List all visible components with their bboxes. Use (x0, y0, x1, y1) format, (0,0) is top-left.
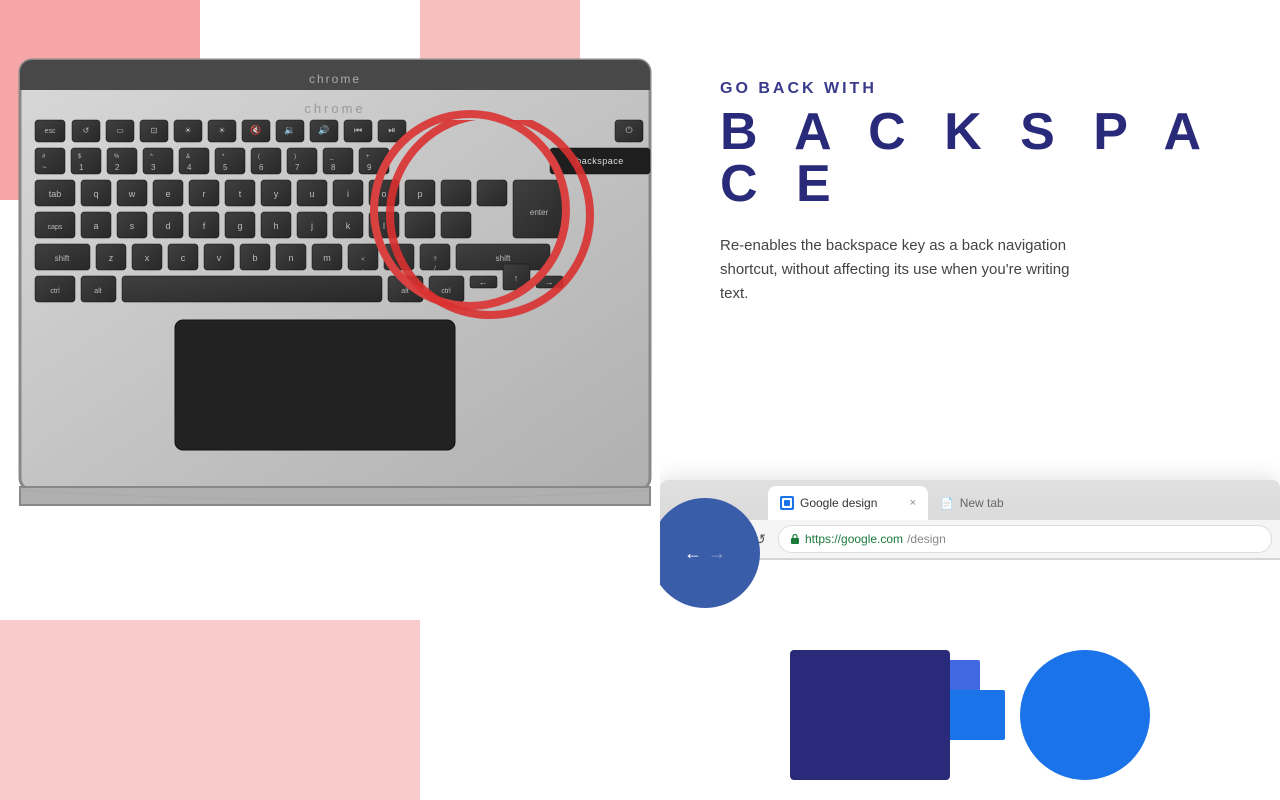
svg-text:2: 2 (115, 163, 120, 172)
url-green-part: https://google.com (805, 532, 903, 546)
svg-text:_: _ (329, 154, 334, 160)
address-bar[interactable]: https://google.com/design (778, 525, 1272, 553)
svg-text:→: → (545, 277, 554, 287)
svg-text:←: ← (479, 277, 488, 287)
browser-tabs: Google design × 📄 New tab (660, 480, 1280, 520)
new-tab[interactable]: 📄 New tab (928, 486, 1028, 520)
svg-text:esc: esc (45, 128, 56, 135)
svg-text:n: n (288, 253, 293, 263)
svg-text:s: s (130, 221, 135, 231)
svg-text:d: d (165, 221, 170, 231)
svg-text:): ) (294, 154, 296, 160)
svg-text:backspace: backspace (576, 156, 624, 166)
svg-text:r: r (203, 189, 206, 199)
svg-text:e: e (165, 189, 170, 199)
svg-text:↺: ↺ (83, 126, 90, 135)
svg-text:>: > (397, 257, 401, 263)
content-graphic-2 (1020, 650, 1150, 780)
svg-text:alt: alt (94, 288, 101, 295)
svg-text:~: ~ (42, 163, 47, 172)
svg-text:⏻: ⏻ (625, 125, 632, 135)
svg-text:z: z (109, 253, 114, 263)
svg-text:i: i (347, 189, 349, 199)
left-panel: chrome chrome esc ↺ ▭ ⊡ ☀ ☀ 🔇 🔉 🔊 ⏮ ⏯ ⏻ … (0, 0, 660, 800)
svg-text:ctrl: ctrl (50, 288, 60, 295)
svg-text:j: j (310, 221, 313, 231)
laptop-illustration: chrome chrome esc ↺ ▭ ⊡ ☀ ☀ 🔇 🔉 🔊 ⏮ ⏯ ⏻ … (0, 0, 660, 760)
svg-text:y: y (274, 189, 279, 199)
svg-text:p: p (417, 189, 422, 199)
url-gray-part: /design (907, 532, 946, 546)
svg-text:▭: ▭ (116, 126, 124, 135)
svg-text:3: 3 (151, 163, 156, 172)
svg-text:c: c (181, 253, 186, 263)
svg-text:%: % (114, 154, 120, 160)
svg-text:⏯: ⏯ (388, 125, 395, 135)
svg-text:🔉: 🔉 (284, 125, 295, 136)
svg-text:b: b (252, 253, 257, 263)
browser-content (660, 560, 1280, 800)
svg-text:4: 4 (187, 163, 192, 172)
svg-text:alt: alt (401, 288, 408, 295)
svg-text:v: v (217, 253, 222, 263)
svg-text:g: g (237, 221, 242, 231)
svg-text:1: 1 (79, 163, 84, 172)
svg-text:shift: shift (55, 254, 70, 263)
svg-text:☀: ☀ (184, 126, 191, 135)
svg-text:o: o (381, 189, 386, 199)
active-tab[interactable]: Google design × (768, 486, 928, 520)
svg-text:a: a (93, 221, 98, 231)
svg-text:enter: enter (530, 208, 549, 217)
svg-text:8: 8 (331, 163, 336, 172)
forward-arrow[interactable]: → (708, 543, 726, 564)
svg-text:5: 5 (223, 163, 228, 172)
svg-text:9: 9 (367, 163, 372, 172)
svg-text:h: h (273, 221, 278, 231)
svg-text:q: q (93, 189, 98, 199)
lock-icon (789, 533, 801, 545)
svg-text:(: ( (258, 154, 260, 160)
svg-text:🔇: 🔇 (250, 124, 261, 135)
description: Re-enables the backspace key as a back n… (720, 234, 1100, 306)
svg-text:chrome: chrome (309, 72, 361, 86)
svg-text:w: w (128, 189, 136, 199)
svg-text:chrome: chrome (304, 101, 365, 116)
svg-text:↑: ↑ (514, 273, 519, 283)
svg-text:🔊: 🔊 (318, 124, 329, 136)
svg-text:&: & (186, 154, 190, 160)
active-tab-label: Google design (800, 496, 877, 510)
svg-text:x: x (145, 253, 150, 263)
svg-text:⏮: ⏮ (354, 125, 362, 135)
svg-text:k: k (346, 221, 351, 231)
svg-text:⊡: ⊡ (151, 126, 158, 135)
svg-text:↓: ↓ (514, 289, 519, 299)
svg-text:shift: shift (496, 254, 511, 263)
content-graphic-1 (790, 650, 950, 780)
browser-mockup: ← → Google design × 📄 (660, 480, 1280, 800)
svg-text:^: ^ (150, 154, 153, 160)
right-panel: GO BACK WITH B A C K S P A C E Re-enable… (660, 0, 1280, 800)
back-arrow[interactable]: ← (684, 543, 702, 564)
svg-text:m: m (323, 253, 331, 263)
svg-text:☀: ☀ (218, 126, 225, 135)
main-title: B A C K S P A C E (720, 106, 1240, 210)
tab-close-button[interactable]: × (910, 497, 916, 509)
svg-text:l: l (383, 221, 385, 231)
new-tab-icon: 📄 (940, 497, 954, 510)
inactive-tab-label: New tab (960, 496, 1004, 510)
svg-text:6: 6 (259, 163, 264, 172)
svg-text:u: u (309, 189, 314, 199)
svg-text:7: 7 (295, 163, 300, 172)
subtitle: GO BACK WITH (720, 80, 1240, 98)
svg-text:<: < (361, 257, 365, 263)
svg-text:caps: caps (48, 224, 63, 231)
svg-text:ctrl: ctrl (441, 288, 451, 295)
svg-text:tab: tab (49, 189, 62, 199)
svg-text:+: + (366, 154, 370, 160)
tab-favicon (780, 496, 794, 510)
